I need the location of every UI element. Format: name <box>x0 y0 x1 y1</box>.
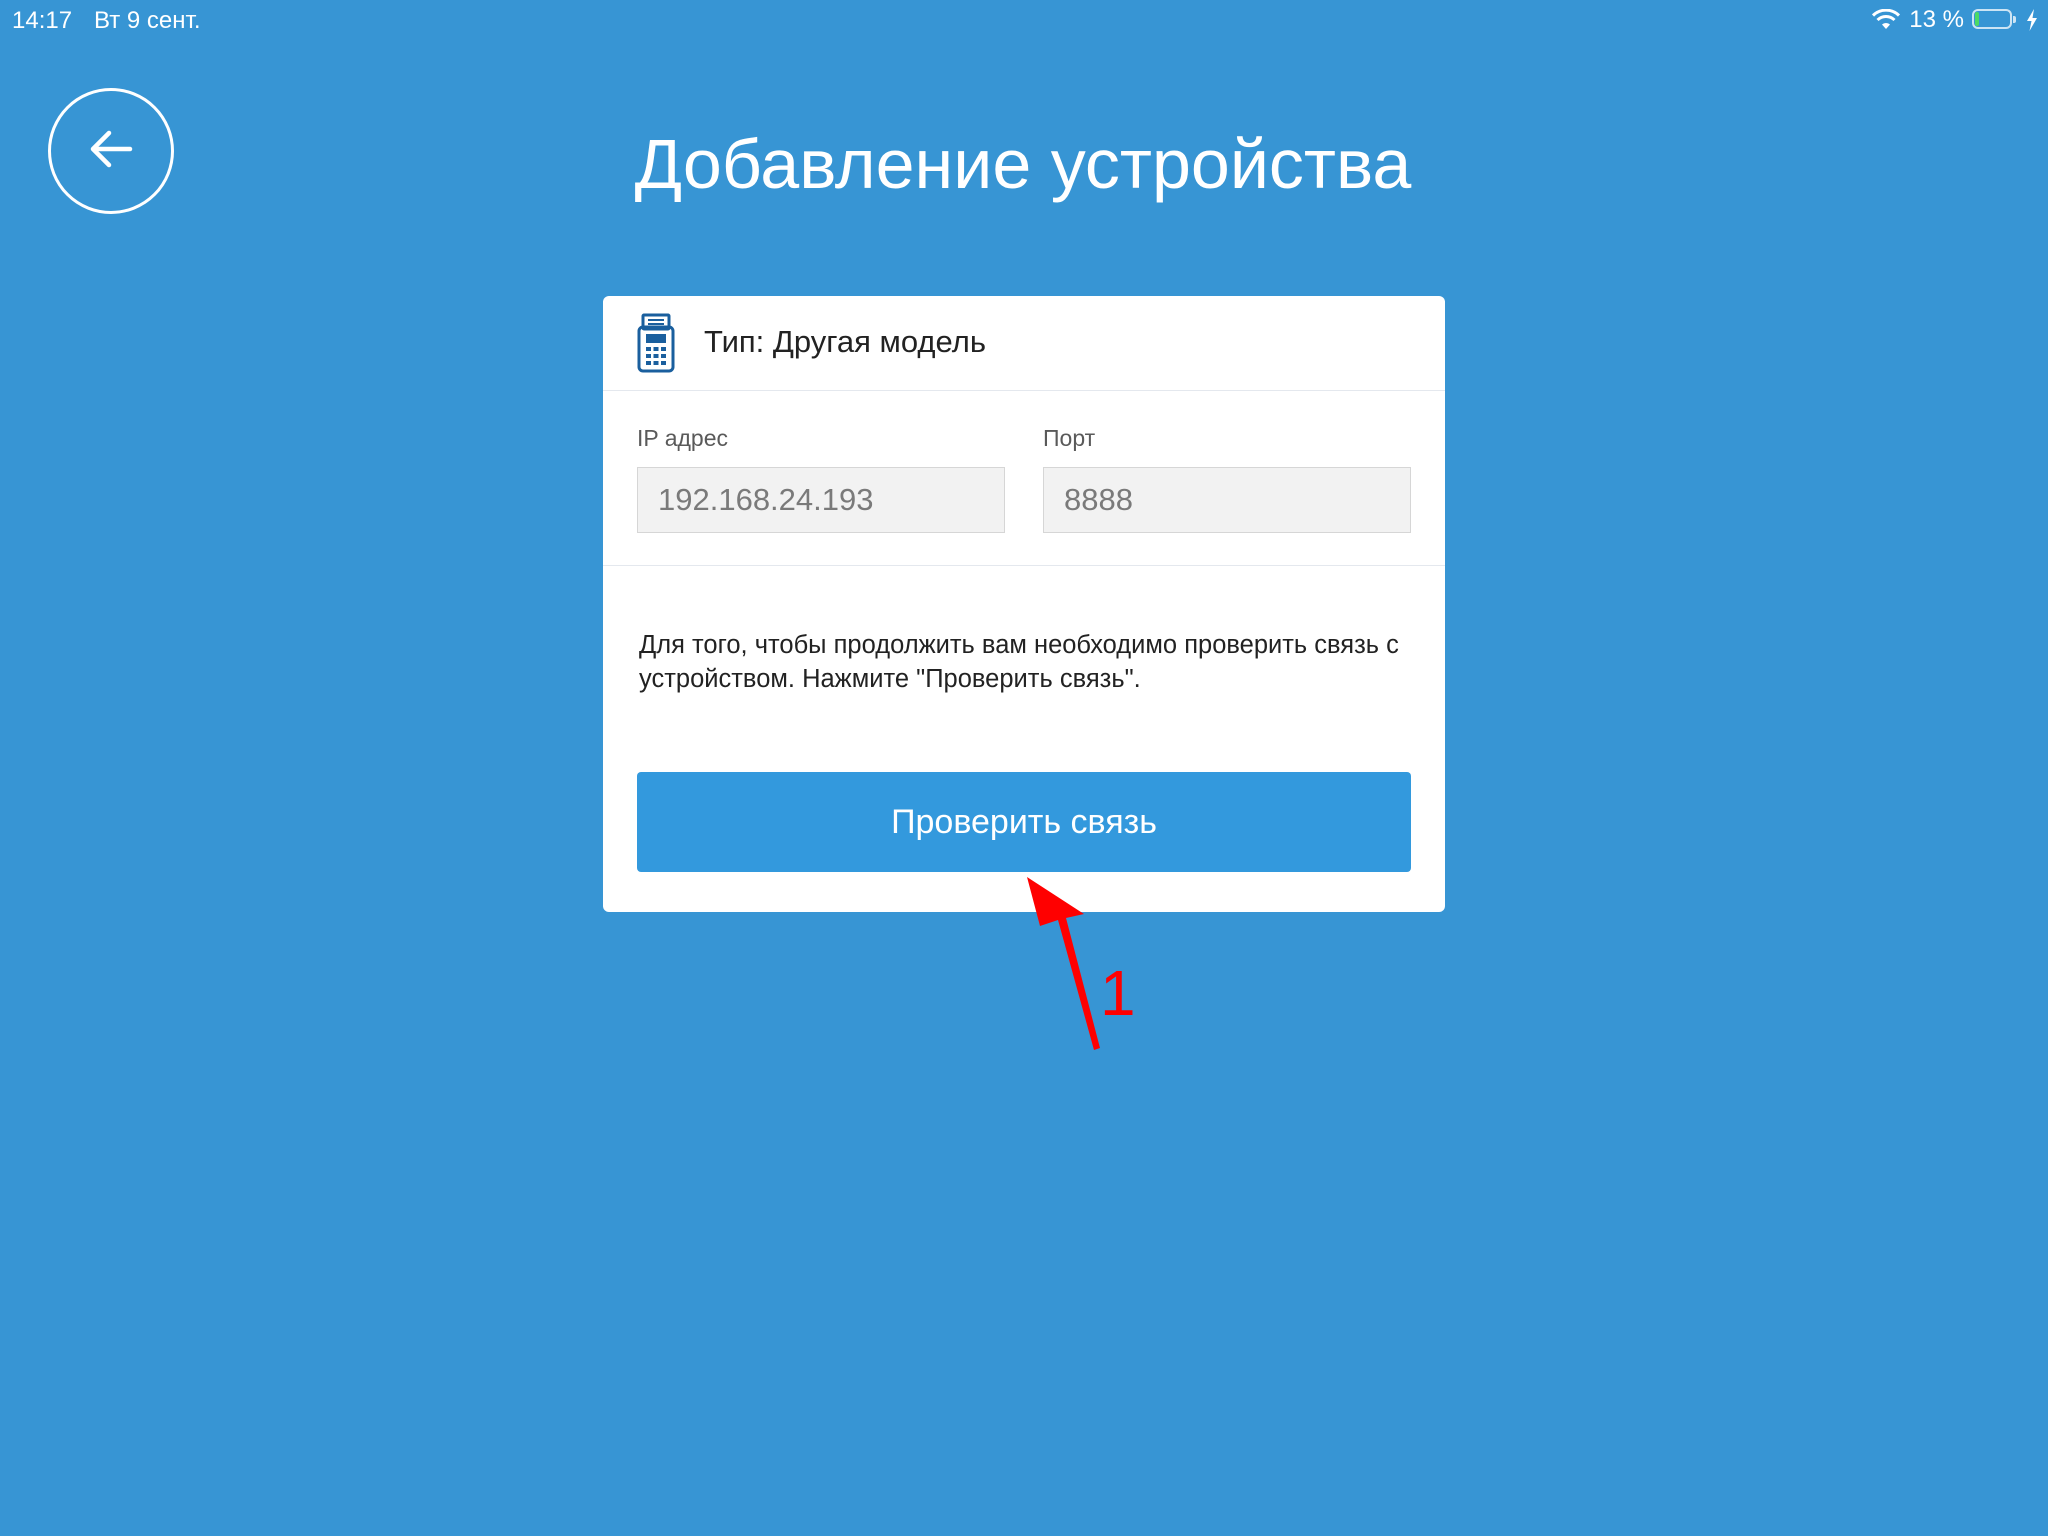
status-indicators: 13 % <box>1871 6 2038 34</box>
arrow-left-icon <box>88 129 134 174</box>
status-bar: 14:17 Вт 9 сент. 13 % <box>0 0 2048 42</box>
battery-percent: 13 % <box>1909 6 1964 33</box>
hint-text: Для того, чтобы продолжить вам необходим… <box>639 631 1399 693</box>
battery-icon <box>1972 9 2018 31</box>
annotation-number: 1 <box>1100 957 1136 1029</box>
wifi-icon <box>1871 9 1901 31</box>
status-time: 14:17 <box>12 7 73 34</box>
card-header: Тип: Другая модель <box>603 296 1445 391</box>
status-date: Вт 9 сент. <box>94 7 201 34</box>
device-type-label: Тип: Другая модель <box>704 324 986 359</box>
back-button[interactable] <box>48 88 174 214</box>
charging-bolt-icon <box>2026 9 2038 31</box>
port-field[interactable]: 8888 <box>1043 467 1411 533</box>
page-title: Добавление устройства <box>634 125 1412 203</box>
check-connection-button[interactable]: Проверить связь <box>637 772 1411 872</box>
ip-address-label: IP адрес <box>637 425 729 451</box>
device-card: Тип: Другая модель IP адрес 192.168.24.1… <box>603 296 1445 912</box>
ip-address-field[interactable]: 192.168.24.193 <box>637 467 1005 533</box>
pos-terminal-icon <box>637 313 677 378</box>
port-label: Порт <box>1043 425 1096 451</box>
battery-level-fill <box>1975 12 1979 26</box>
connection-fields: IP адрес 192.168.24.193 Порт 8888 <box>603 391 1445 566</box>
